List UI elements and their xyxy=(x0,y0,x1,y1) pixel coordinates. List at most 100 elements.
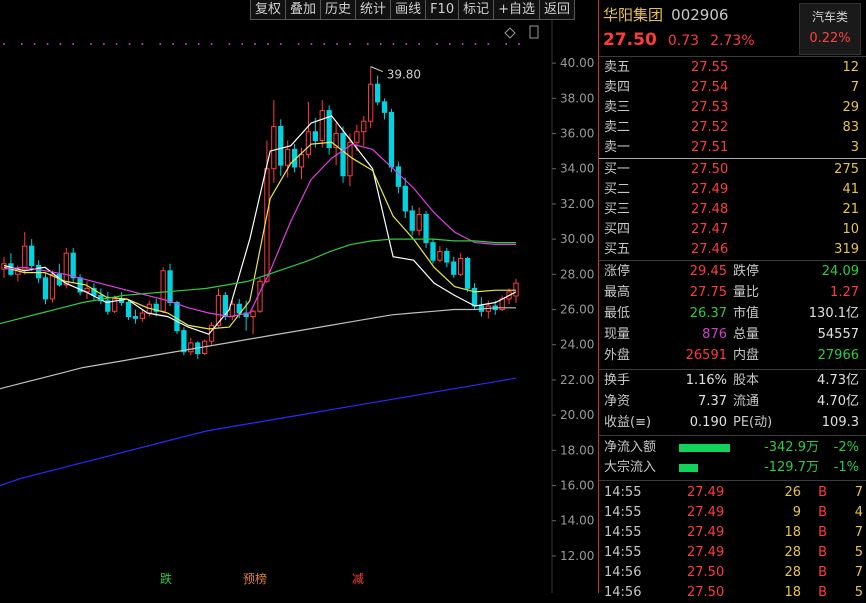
stock-name[interactable]: 华阳集团 xyxy=(603,6,663,24)
signal-dot xyxy=(279,43,282,45)
fundamental-value: 7.37 xyxy=(698,394,727,409)
tick-count: 7 xyxy=(854,525,863,540)
stat-value: 24.09 xyxy=(821,264,859,279)
candle-body xyxy=(49,273,56,300)
stat-row: 最低 26.37 市值 130.1亿 xyxy=(599,304,866,324)
y-tick-label: 34.00 xyxy=(560,162,594,176)
fundamental-label: 股本 xyxy=(733,373,760,388)
fundamental-label: PE(动) xyxy=(733,415,773,430)
order-volume: 319 xyxy=(834,242,859,257)
flow-row[interactable]: 净流入额 -342.9万 -2% xyxy=(599,438,866,458)
toolbar-button[interactable]: 历史 xyxy=(321,0,357,20)
order-level-label: 卖三 xyxy=(604,100,631,115)
stat-value: 27.75 xyxy=(689,285,727,300)
kline-chart[interactable]: 40.00 38.00 36.00 34.00 32.00 30.00 28.00 26.00… xyxy=(0,0,598,593)
toolbar-button[interactable]: 画线 xyxy=(391,0,427,20)
sector-badge[interactable]: 汽车类 0.22% xyxy=(799,3,861,55)
fundamental-label: 收益(≡) xyxy=(604,415,652,430)
candle-body xyxy=(395,166,402,187)
signal-dot xyxy=(266,43,269,45)
signal-dot xyxy=(474,43,477,45)
toolbar-button[interactable]: 返回 xyxy=(540,0,576,20)
y-tick-label: 20.00 xyxy=(560,408,594,422)
order-level-label: 卖二 xyxy=(604,120,631,135)
order-volume: 10 xyxy=(842,222,859,237)
candle-body xyxy=(285,148,291,166)
divider xyxy=(599,260,866,261)
order-book-row: 买四 27.47 10 xyxy=(599,220,866,240)
tick-row[interactable]: 14:55 27.49 28 B 5 xyxy=(599,543,866,563)
tick-row[interactable]: 14:55 27.49 18 B 7 xyxy=(599,523,866,543)
flow-bar xyxy=(679,464,698,472)
stat-value: 1.27 xyxy=(830,285,859,300)
tick-time: 14:55 xyxy=(604,525,642,540)
signal-dot xyxy=(435,43,438,45)
order-price: 27.47 xyxy=(691,222,729,237)
signal-dot xyxy=(348,43,351,45)
flow-row[interactable]: 大宗流入 -129.7万 -1% xyxy=(599,458,866,478)
candle-body xyxy=(458,257,464,275)
order-volume: 275 xyxy=(834,162,859,177)
fundamental-row: 收益(≡) 0.190 PE(动) 109.3 xyxy=(599,413,866,433)
flow-label: 大宗流入 xyxy=(604,460,657,475)
tick-volume: 28 xyxy=(784,565,801,580)
signal-dot xyxy=(448,43,451,45)
candle-body xyxy=(42,277,49,300)
candle-body xyxy=(305,131,312,156)
order-price: 27.49 xyxy=(691,182,729,197)
order-level-label: 卖四 xyxy=(604,80,631,95)
signal-dot xyxy=(418,43,421,45)
flow-pct: -1% xyxy=(833,460,859,475)
candle-body xyxy=(174,301,180,332)
candle-body xyxy=(70,252,76,279)
toolbar-button[interactable]: +自选 xyxy=(494,0,541,20)
signal-dot xyxy=(3,43,5,45)
signal-dot xyxy=(241,43,244,45)
divider xyxy=(599,480,866,481)
tick-price: 27.49 xyxy=(687,525,725,540)
chart-toolbar: 复权 叠加 历史 统计 画线 F10 标记 +自选 返回 xyxy=(250,0,576,20)
tick-side: B xyxy=(818,485,827,500)
tick-time: 14:56 xyxy=(604,565,642,580)
order-book-row: 买二 27.49 41 xyxy=(599,180,866,200)
tick-row[interactable]: 14:55 27.49 9 B 4 xyxy=(599,503,866,523)
tick-row[interactable]: 14:56 27.50 18 B 5 xyxy=(599,583,866,603)
fundamental-row: 换手 1.16% 股本 4.73亿 xyxy=(599,371,866,391)
candle-body xyxy=(125,301,132,318)
fundamental-value: 1.16% xyxy=(685,373,727,388)
order-book-row: 卖二 27.52 83 xyxy=(599,118,866,138)
signal-dot xyxy=(461,43,464,45)
stat-label: 内盘 xyxy=(733,348,760,363)
fundamental-label: 流通 xyxy=(733,394,760,409)
y-tick-label: 40.00 xyxy=(560,56,594,70)
order-volume: 83 xyxy=(842,120,859,135)
signal-dot xyxy=(141,43,144,45)
tick-price: 27.50 xyxy=(687,565,725,580)
stock-code: 002906 xyxy=(671,6,729,24)
tick-row[interactable]: 14:55 27.49 26 B 7 xyxy=(599,483,866,503)
signal-dot xyxy=(487,43,490,45)
toolbar-button[interactable]: 标记 xyxy=(459,0,495,20)
candle-body xyxy=(29,245,35,267)
candle-body xyxy=(167,270,173,303)
toolbar-button[interactable]: 统计 xyxy=(356,0,392,20)
signal-dot xyxy=(33,43,36,45)
fundamental-label: 净资 xyxy=(604,394,631,409)
candle-body xyxy=(409,210,415,231)
candle-body xyxy=(139,312,146,319)
tick-row[interactable]: 14:56 27.50 28 B 7 xyxy=(599,563,866,583)
signal-dot xyxy=(505,43,508,45)
y-tick-label: 38.00 xyxy=(560,91,594,105)
signal-dot xyxy=(366,43,369,45)
y-tick-label: 22.00 xyxy=(560,373,594,387)
fundamental-value: 109.3 xyxy=(821,415,859,430)
event-tag: 减 xyxy=(352,572,364,586)
toolbar-button[interactable]: 复权 xyxy=(250,0,287,20)
kline-chart-area[interactable]: 40.00 38.00 36.00 34.00 32.00 30.00 28.00 26.00… xyxy=(0,0,598,593)
candle-body xyxy=(35,265,42,279)
toolbar-button[interactable]: 叠加 xyxy=(286,0,322,20)
toolbar-button[interactable]: F10 xyxy=(426,0,460,20)
stat-value: 27966 xyxy=(817,348,859,363)
y-tick-label: 36.00 xyxy=(560,127,594,141)
stat-label: 量比 xyxy=(733,285,760,300)
